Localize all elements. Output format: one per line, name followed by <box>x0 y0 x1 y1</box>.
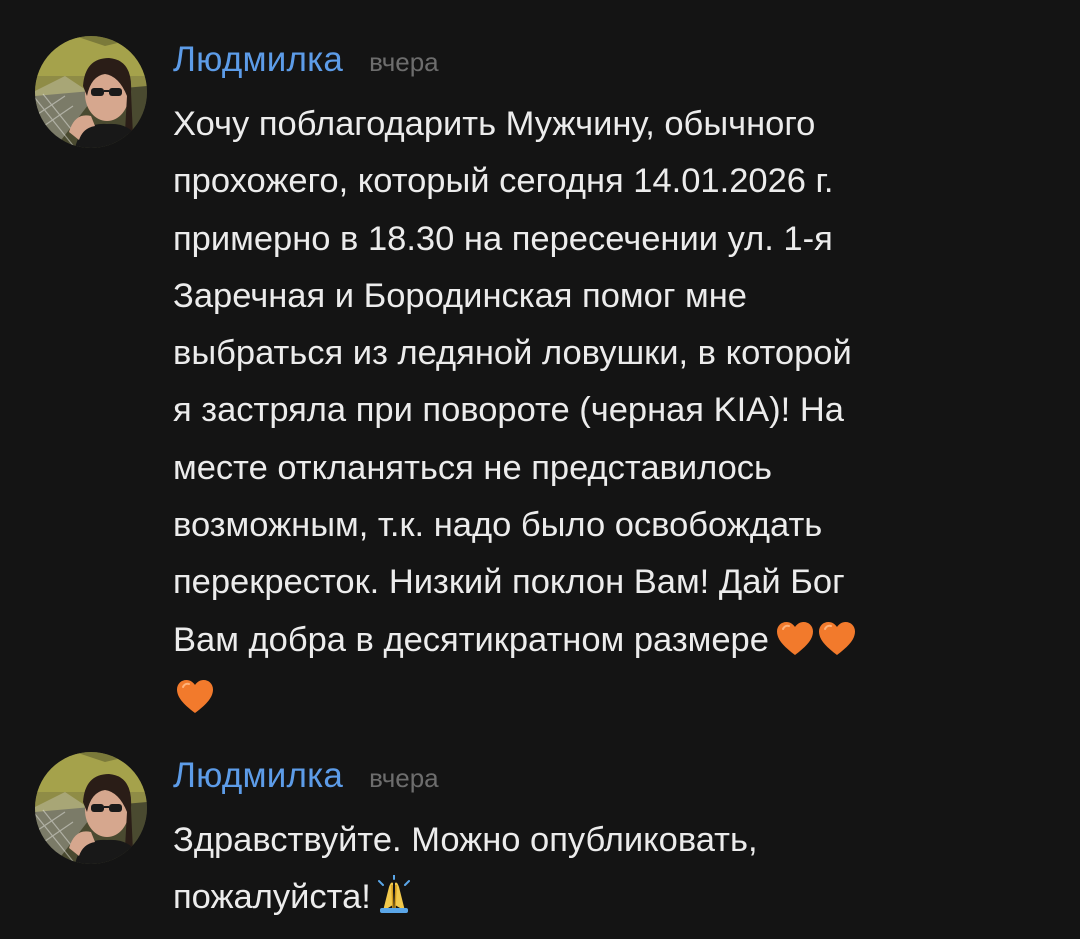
author-name[interactable]: Людмилка <box>173 756 343 796</box>
avatar[interactable] <box>35 36 147 148</box>
orange-heart-icon <box>775 620 815 658</box>
comment-time: вчера <box>369 47 439 77</box>
comment-body: Здравствуйте. Можно опубликовать, пожалу… <box>173 821 758 917</box>
comment-time: вчера <box>369 763 439 793</box>
comment-text: Здравствуйте. Можно опубликовать, пожалу… <box>173 812 1053 927</box>
emoji-group <box>377 875 411 915</box>
user-photo-icon <box>35 752 147 864</box>
emoji-group <box>175 669 1053 726</box>
comment-body: Хочу поблагодарить Мужчину, обычного про… <box>173 105 852 659</box>
comment-meta: Людмилка вчера <box>173 756 439 806</box>
orange-heart-icon <box>817 620 857 658</box>
orange-heart-icon <box>175 678 215 716</box>
avatar[interactable] <box>35 752 147 864</box>
comment-text: Хочу поблагодарить Мужчину, обычного про… <box>173 96 1053 726</box>
author-name[interactable]: Людмилка <box>173 40 343 80</box>
folded-hands-icon <box>377 875 411 915</box>
user-photo-icon <box>35 36 147 148</box>
emoji-group <box>775 620 857 658</box>
comment-meta: Людмилка вчера <box>173 40 439 90</box>
